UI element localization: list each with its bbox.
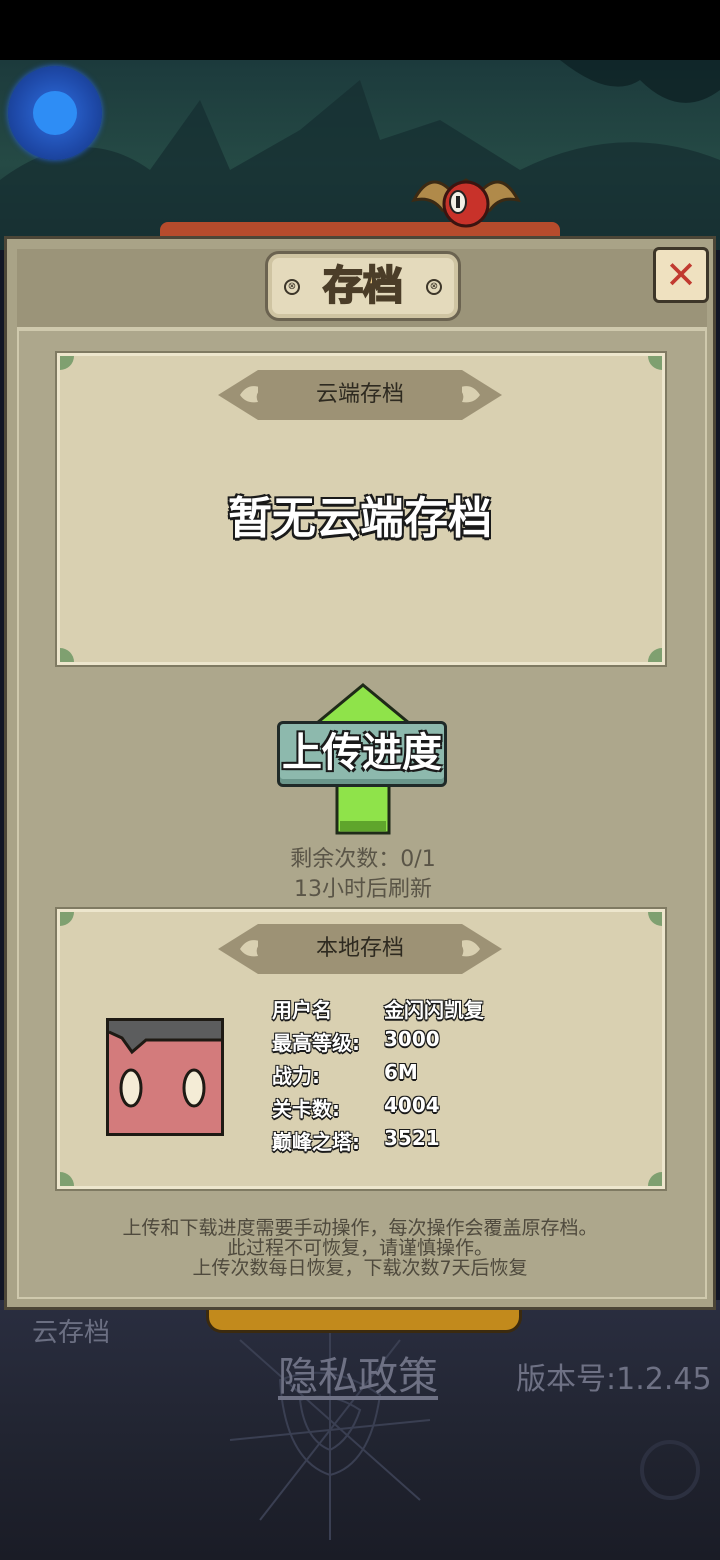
- upload-control[interactable]: 上传进度: [277, 683, 449, 835]
- corner-ornament-icon: [648, 356, 662, 370]
- corner-ornament-icon: [60, 648, 74, 662]
- info-value: 金闪闪凯复: [384, 998, 484, 1022]
- close-button[interactable]: ✕: [653, 247, 709, 303]
- close-icon: ✕: [665, 253, 697, 297]
- corner-ornament-icon: [60, 1172, 74, 1186]
- version-label: 版本号:1.2.45: [516, 1362, 712, 1397]
- corner-ornament-icon: [60, 356, 74, 370]
- corner-ornament-icon: [648, 912, 662, 926]
- cloud-save-header: 云端存档: [315, 382, 404, 407]
- info-label: 用户名: [272, 998, 332, 1022]
- note-line: 此过程不可恢复，请谨慎操作。: [226, 1237, 493, 1259]
- info-label: 关卡数:: [272, 1097, 340, 1121]
- cloud-save-ribbon: 云端存档: [218, 370, 502, 420]
- privacy-policy-link[interactable]: 隐私政策: [278, 1344, 438, 1402]
- info-label: 最高等级:: [272, 1031, 360, 1055]
- info-value: 3521: [384, 1126, 440, 1150]
- bat-monster-icon: [411, 178, 521, 228]
- floating-assist-button[interactable]: [8, 66, 102, 160]
- info-label: 战力:: [272, 1064, 320, 1088]
- cloud-save-empty-message: 暂无云端存档: [228, 493, 492, 544]
- local-save-header: 本地存档: [315, 936, 404, 961]
- upload-refresh-timer: 13小时后刷新: [294, 877, 432, 902]
- local-save-card: 本地存档 用户名 金闪闪凯复 最高等级: 3000 战力: 6M 关卡数: 40…: [57, 909, 665, 1189]
- corner-ornament-icon: [648, 648, 662, 662]
- upload-remaining-count: 剩余次数：0/1: [290, 847, 436, 872]
- rivet-icon: ⊗: [426, 279, 442, 295]
- info-label: 巅峰之塔:: [272, 1130, 360, 1154]
- info-value: 3000: [384, 1027, 440, 1051]
- save-dialog: ⊗ 存档 ⊗ ✕ 云端存档 暂无云端存档 上传进度 剩余次数：0/1 13小时后…: [4, 236, 716, 1310]
- upload-progress-button[interactable]: 上传进度: [277, 721, 447, 787]
- corner-ornament-icon: [60, 912, 74, 926]
- dialog-title-plate: ⊗ 存档 ⊗: [265, 251, 461, 321]
- status-bar: [0, 0, 720, 60]
- info-value: 6M: [384, 1060, 418, 1084]
- cloud-save-card: 云端存档 暂无云端存档: [57, 353, 665, 665]
- local-save-ribbon: 本地存档: [218, 924, 502, 974]
- note-line: 上传和下载进度需要手动操作，每次操作会覆盖原存档。: [122, 1217, 598, 1239]
- save-notes: 上传和下载进度需要手动操作，每次操作会覆盖原存档。 此过程不可恢复，请谨慎操作。…: [60, 1218, 660, 1278]
- floating-assist-dot: [33, 91, 77, 135]
- note-line: 上传次数每日恢复，下载次数7天后恢复: [192, 1257, 528, 1279]
- cloud-save-label: 云存档: [32, 1318, 111, 1348]
- player-avatar: [106, 1018, 224, 1136]
- info-value: 4004: [384, 1093, 440, 1117]
- corner-ornament-icon: [648, 1172, 662, 1186]
